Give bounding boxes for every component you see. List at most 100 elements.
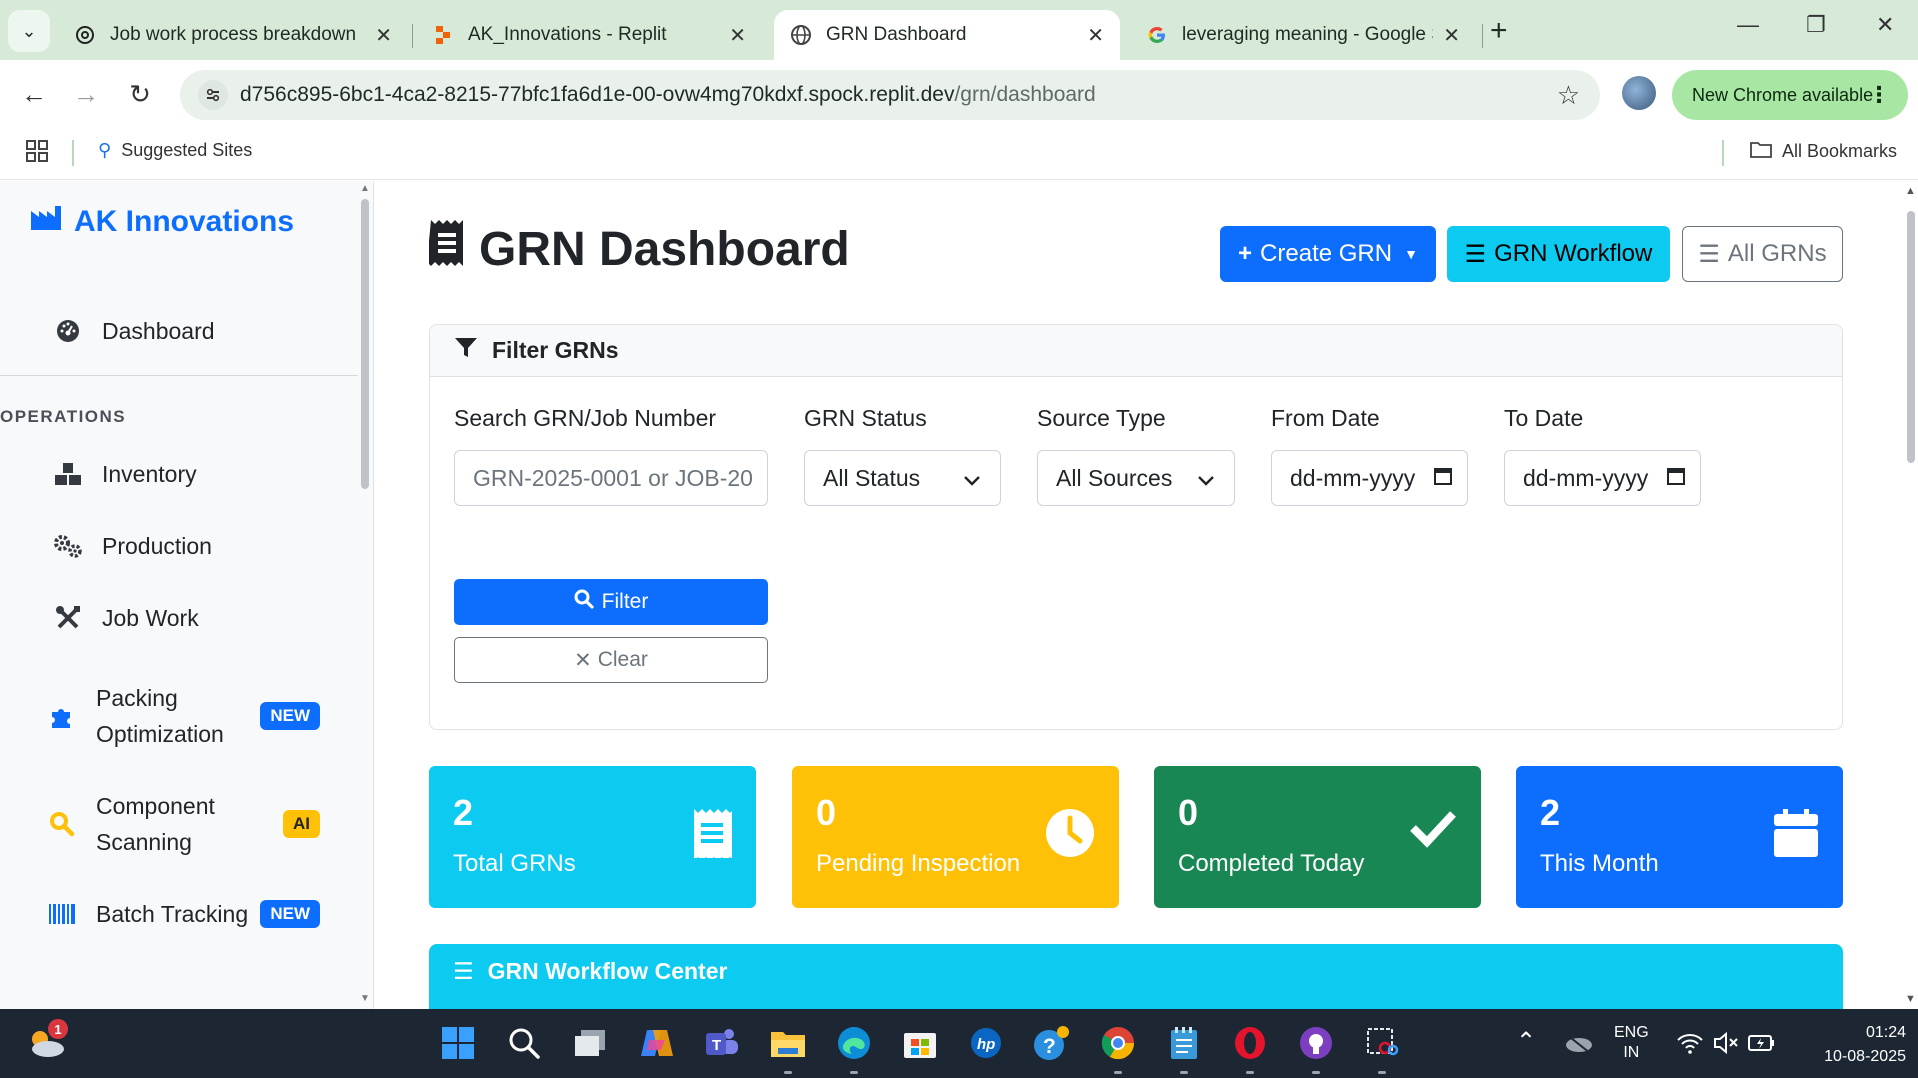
- onedrive-icon[interactable]: [1558, 1023, 1598, 1063]
- apps-grid-icon[interactable]: [26, 140, 48, 169]
- status-select[interactable]: All Status: [804, 450, 1001, 506]
- bookmark-suggested-sites[interactable]: ⚲ Suggested Sites: [98, 140, 252, 161]
- tab-grn-dashboard[interactable]: GRN Dashboard ✕: [774, 10, 1120, 60]
- site-info-icon[interactable]: [198, 80, 228, 110]
- teams-icon[interactable]: T: [702, 1023, 742, 1063]
- chrome-update-button[interactable]: New Chrome available ⋮: [1672, 70, 1908, 120]
- tab-title: leveraging meaning - Google S: [1182, 24, 1434, 45]
- barcode-icon: [44, 903, 80, 925]
- page-scrollbar[interactable]: ▲ ▼: [1903, 181, 1918, 1009]
- close-icon[interactable]: ✕: [729, 23, 746, 48]
- all-grns-button[interactable]: ☰ All GRNs: [1682, 226, 1843, 282]
- tab-google-search[interactable]: leveraging meaning - Google S ✕: [1130, 10, 1476, 60]
- running-indicator: [1246, 1071, 1254, 1074]
- all-bookmarks-button[interactable]: All Bookmarks: [1750, 140, 1897, 163]
- task-view-icon[interactable]: [570, 1023, 610, 1063]
- new-tab-button[interactable]: +: [1490, 14, 1508, 48]
- calendar-icon[interactable]: [1433, 465, 1453, 492]
- wifi-icon[interactable]: [1670, 1023, 1710, 1063]
- stat-card-pending-inspection: 0 Pending Inspection: [792, 766, 1119, 908]
- sidebar-item-label: Job Work: [102, 605, 199, 631]
- tab-job-work[interactable]: Job work process breakdown ✕: [58, 10, 408, 60]
- card-title: Filter GRNs: [492, 337, 619, 363]
- search-input[interactable]: GRN-2025-0001 or JOB-20: [454, 450, 768, 506]
- brand-logo[interactable]: AK Innovations: [30, 205, 294, 239]
- address-bar[interactable]: d756c895-6bc1-4ca2-8215-77bfc1fa6d1e-00-…: [180, 70, 1600, 120]
- language-indicator[interactable]: ENG IN: [1614, 1023, 1649, 1063]
- github-desktop-icon[interactable]: [1296, 1023, 1336, 1063]
- system-clock[interactable]: 01:24 10-08-2025: [1796, 1021, 1906, 1069]
- sidebar-item-production[interactable]: Production: [50, 528, 350, 564]
- taskbar-search-icon[interactable]: [504, 1023, 544, 1063]
- restore-icon[interactable]: ❐: [1806, 12, 1826, 38]
- sidebar-item-packing-optimization[interactable]: Packing Optimization NEW: [44, 680, 344, 752]
- windows-start-icon[interactable]: [438, 1023, 478, 1063]
- edge-icon[interactable]: [834, 1023, 874, 1063]
- sidebar-item-inventory[interactable]: Inventory: [50, 456, 350, 492]
- reload-button[interactable]: ↻: [120, 74, 160, 114]
- sidebar-item-job-work[interactable]: Job Work: [50, 600, 350, 636]
- sidebar-item-component-scanning[interactable]: Component Scanning AI: [44, 788, 344, 860]
- running-indicator: [1114, 1071, 1122, 1074]
- main-content: GRN Dashboard + Create GRN ▼ ☰ GRN Workf…: [375, 181, 1900, 1009]
- filter-button[interactable]: Filter: [454, 579, 768, 625]
- tab-replit[interactable]: AK_Innovations - Replit ✕: [416, 10, 762, 60]
- copilot-icon[interactable]: [636, 1023, 676, 1063]
- running-indicator: [1378, 1071, 1386, 1074]
- snipping-tool-icon[interactable]: [1362, 1023, 1402, 1063]
- filter-card: Filter GRNs Search GRN/Job Number GRN-20…: [429, 324, 1843, 730]
- puzzle-icon: [44, 703, 80, 729]
- list-icon: ☰: [1698, 240, 1720, 268]
- minimize-icon[interactable]: —: [1737, 12, 1759, 38]
- scroll-up-arrow-icon[interactable]: ▲: [360, 183, 370, 194]
- create-grn-button[interactable]: + Create GRN ▼: [1220, 226, 1436, 282]
- sidebar-item-dashboard[interactable]: Dashboard: [50, 313, 350, 349]
- window-close-icon[interactable]: ✕: [1876, 12, 1894, 38]
- battery-charging-icon[interactable]: [1742, 1023, 1782, 1063]
- microsoft-store-icon[interactable]: [900, 1023, 940, 1063]
- opera-icon[interactable]: [1230, 1023, 1270, 1063]
- close-icon[interactable]: ✕: [1443, 23, 1460, 48]
- tab-search-button[interactable]: ⌄: [8, 10, 50, 52]
- bars-icon: ☰: [1464, 240, 1487, 268]
- bookmark-label: Suggested Sites: [121, 140, 253, 160]
- grn-workflow-button[interactable]: ☰ GRN Workflow: [1447, 226, 1670, 282]
- to-date-input[interactable]: dd-mm-yyyy: [1504, 450, 1701, 506]
- notepad-icon[interactable]: [1164, 1023, 1204, 1063]
- forward-button[interactable]: →: [66, 74, 106, 114]
- page-title: GRN Dashboard: [427, 219, 850, 279]
- source-select[interactable]: All Sources: [1037, 450, 1235, 506]
- help-icon[interactable]: ?: [1032, 1023, 1072, 1063]
- file-explorer-icon[interactable]: [768, 1023, 808, 1063]
- sidebar-scrollbar[interactable]: [361, 199, 369, 489]
- scroll-down-arrow-icon[interactable]: ▼: [1905, 993, 1916, 1005]
- scrollbar-thumb[interactable]: [1907, 211, 1915, 463]
- back-button[interactable]: ←: [14, 74, 54, 114]
- notification-badge: 1: [48, 1019, 68, 1039]
- profile-avatar[interactable]: [1622, 76, 1656, 110]
- language-code: ENG: [1614, 1024, 1649, 1041]
- bookmark-star-icon[interactable]: ☆: [1557, 80, 1580, 111]
- bookmark-label: All Bookmarks: [1782, 141, 1898, 161]
- from-date-input[interactable]: dd-mm-yyyy: [1271, 450, 1468, 506]
- status-value: All Status: [823, 464, 921, 491]
- sidebar-item-batch-tracking[interactable]: Batch Tracking NEW: [44, 896, 344, 932]
- clear-button[interactable]: ✕ Clear: [454, 637, 768, 683]
- tab-separator: [412, 24, 413, 48]
- tab-separator: [1482, 24, 1483, 48]
- scroll-up-arrow-icon[interactable]: ▲: [1905, 185, 1916, 197]
- calendar-icon[interactable]: [1666, 465, 1686, 492]
- close-icon[interactable]: ✕: [1087, 23, 1104, 48]
- close-icon[interactable]: ✕: [375, 23, 392, 48]
- kebab-menu-icon: ⋮: [1868, 82, 1890, 107]
- bookmarks-bar: ⚲ Suggested Sites All Bookmarks: [0, 128, 1918, 180]
- volume-muted-icon[interactable]: [1706, 1023, 1746, 1063]
- chevron-up-icon[interactable]: ⌃: [1516, 1027, 1536, 1056]
- chrome-icon[interactable]: [1098, 1023, 1138, 1063]
- bars-icon: ☰: [453, 958, 474, 984]
- hp-icon[interactable]: hp: [966, 1023, 1006, 1063]
- stat-card-this-month: 2 This Month: [1516, 766, 1843, 908]
- caret-down-icon: ▼: [1404, 246, 1418, 262]
- scroll-down-arrow-icon[interactable]: ▼: [360, 993, 370, 1004]
- web-page: AK Innovations Dashboard OPERATIONS Inve…: [0, 181, 1918, 1009]
